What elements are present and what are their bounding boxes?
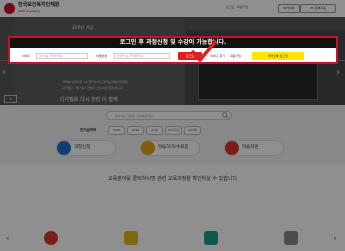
checkmark-icon [191, 40, 217, 62]
login-required-message: 로그인 후 과정신청 및 수강이 가능합니다. [119, 39, 227, 46]
kakao-login-button[interactable]: 카카오톡 로그인 [252, 52, 304, 60]
password-label: 비밀번호 [96, 54, 108, 58]
id-label: 아이디 [22, 54, 31, 58]
password-input[interactable]: 비밀번호를 입력해주세요 [114, 53, 170, 59]
signup-link[interactable]: 회원가입 [230, 54, 241, 58]
id-input[interactable]: 아이디를 입력해주세요 [36, 53, 88, 59]
